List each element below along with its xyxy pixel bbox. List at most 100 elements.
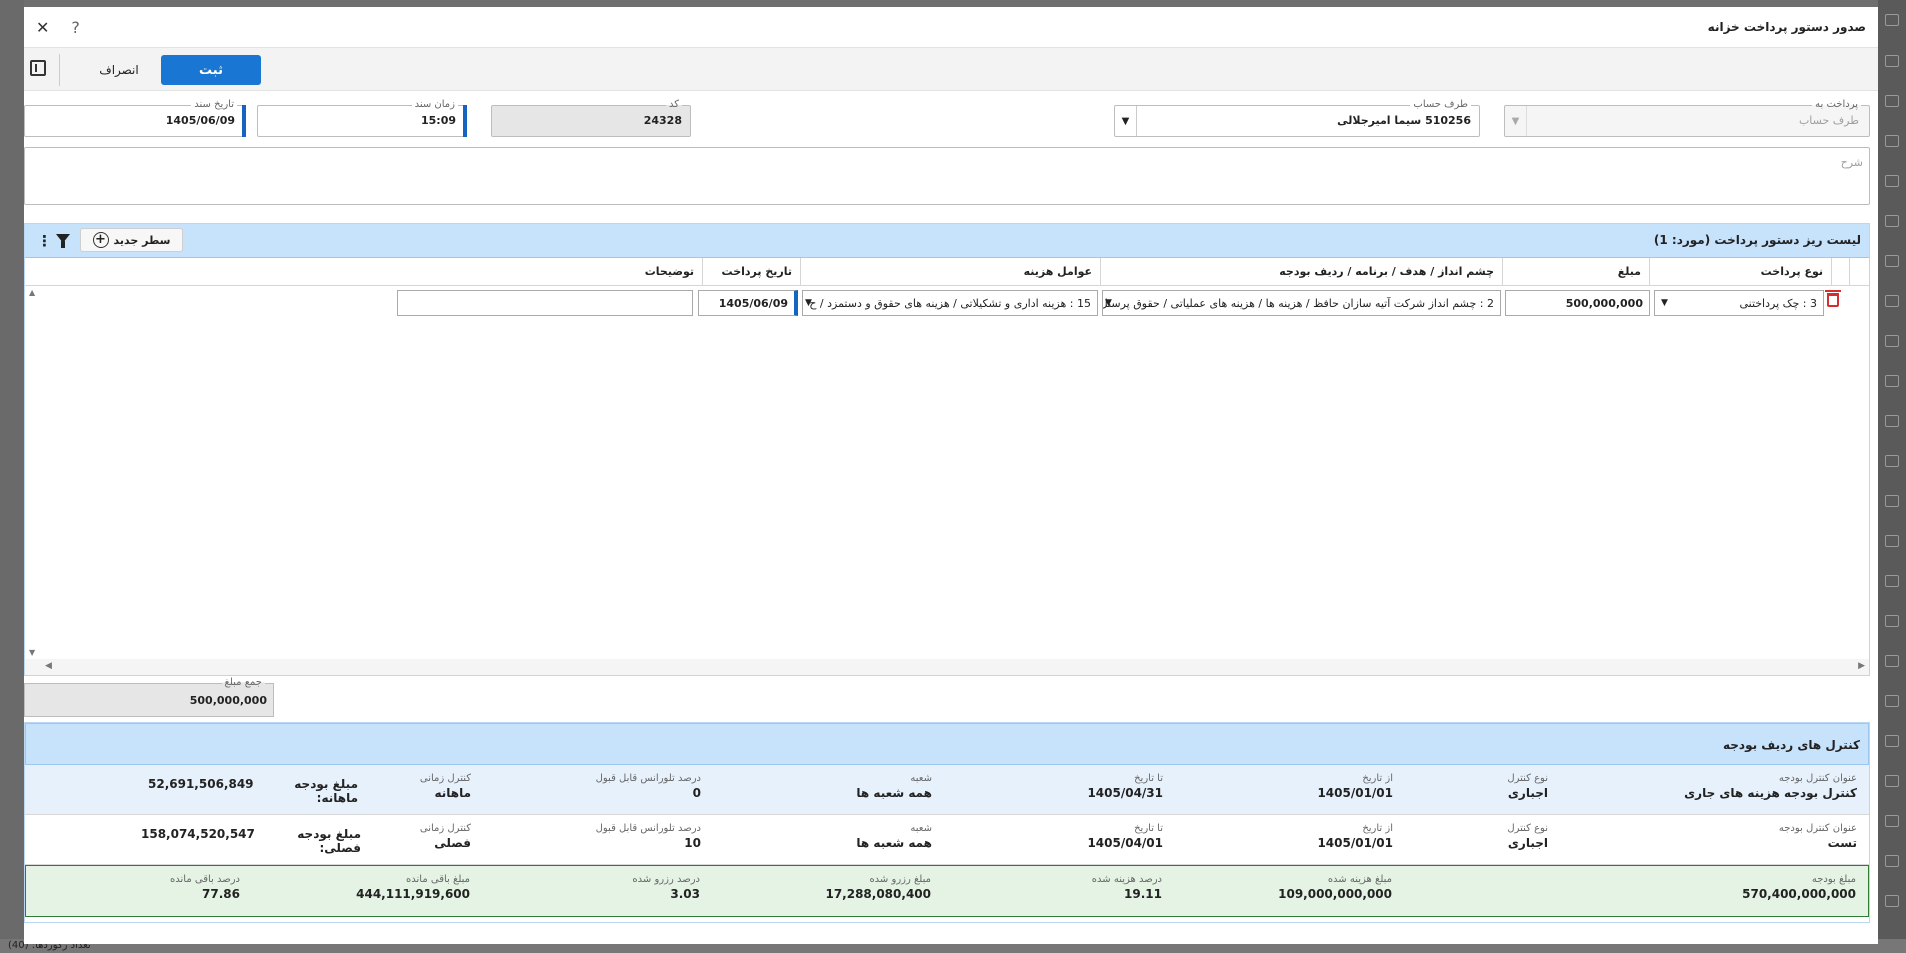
to-date-col: تا تاریخ 1405/04/31: [1087, 773, 1163, 800]
branch-col: شعبه همه شعبه ها: [856, 823, 932, 850]
doc-time-field[interactable]: زمان سند 15:09: [257, 99, 467, 137]
budget-controls-title: کنترل های ردیف بودجه: [25, 723, 1869, 765]
col-amount: مبلغ: [1502, 258, 1649, 286]
time-control-col: کنترل زمانی فصلی: [419, 823, 471, 850]
branch-col: شعبه همه شعبه ها: [856, 773, 932, 800]
nav-icon[interactable]: [1885, 815, 1899, 827]
total-value: 500,000,000: [189, 694, 267, 707]
code-value: 24328: [643, 114, 682, 127]
cost-factor-select[interactable]: 15 : هزینه اداری و تشکیلاتی / هزینه های …: [802, 290, 1098, 316]
to-date-col: تا تاریخ 1405/04/01: [1087, 823, 1163, 850]
budget-control-row: عنوان کنترل بودجه کنترل بودجه هزینه های ج…: [25, 765, 1869, 815]
payment-type-value: 3 : چک پرداختنی: [1739, 296, 1817, 310]
background-left-bar: [0, 0, 24, 953]
cost-factor-value: 15 : هزینه اداری و تشکیلاتی / هزینه های …: [809, 296, 1091, 310]
summary-spent-amount: مبلغ هزینه شده 109,000,000,000: [1278, 874, 1392, 901]
summary-remaining-percent: درصد باقی مانده 77.86: [170, 874, 240, 901]
account-value: 510256 سیما امیرجلالی: [1337, 114, 1471, 127]
nav-icon[interactable]: [1885, 335, 1899, 347]
nav-icon[interactable]: [1885, 295, 1899, 307]
treasury-payment-dialog: صدور دستور پرداخت خزانه ✕ ? انصراف ثبت پ…: [24, 7, 1878, 944]
account-label: طرف حساب: [1410, 99, 1471, 111]
nav-icon[interactable]: [1885, 615, 1899, 627]
doc-time-value: 15:09: [420, 114, 456, 127]
budget-row-value: 2 : چشم انداز شرکت آتیه سازان حافظ / هزی…: [1102, 296, 1494, 310]
summary-spent-percent: درصد هزینه شده 19.11: [1091, 874, 1162, 901]
payment-type-select[interactable]: 3 : چک پرداختنی ▼: [1654, 290, 1824, 316]
description-field[interactable]: شرح: [24, 147, 1870, 205]
delete-row-icon[interactable]: [1825, 290, 1841, 307]
doc-date-label: تاریخ سند: [191, 99, 237, 111]
col-cost-factor: عوامل هزینه: [800, 258, 1100, 286]
menu-icon[interactable]: [1885, 14, 1899, 26]
chevron-down-icon[interactable]: ▼: [1105, 298, 1112, 308]
nav-icon[interactable]: [1885, 735, 1899, 747]
control-title-col: عنوان کنترل بودجه تست: [1778, 823, 1857, 850]
search-icon[interactable]: [1885, 55, 1899, 67]
nav-icon[interactable]: [1885, 855, 1899, 867]
code-label: کد: [665, 99, 682, 111]
budget-summary-row: مبلغ بودجه 570,400,000,000 مبلغ هزینه شده…: [25, 865, 1869, 917]
pay-to-select[interactable]: پرداخت به طرف حساب ▼: [1504, 99, 1870, 137]
from-date-col: از تاریخ 1405/01/01: [1317, 773, 1393, 800]
pay-to-label: پرداخت به: [1812, 99, 1861, 111]
filter-icon[interactable]: [56, 234, 70, 248]
pay-date-value: 1405/06/09: [718, 296, 788, 310]
amount-input[interactable]: 500,000,000: [1505, 290, 1650, 316]
plus-circle-icon: +: [92, 232, 109, 248]
toolbar-divider: [59, 54, 60, 86]
budget-controls-title-text: کنترل های ردیف بودجه: [1723, 738, 1860, 752]
col-payment-type: نوع پرداخت: [1649, 258, 1831, 286]
code-field: کد 24328: [491, 99, 691, 137]
account-select[interactable]: طرف حساب 510256 سیما امیرجلالی ▼: [1114, 99, 1480, 137]
scroll-up-icon[interactable]: ▲: [29, 288, 35, 297]
tolerance-col: درصد تلورانس قابل قبول 10: [595, 823, 701, 850]
budget-row-select[interactable]: 2 : چشم انداز شرکت آتیه سازان حافظ / هزی…: [1102, 290, 1501, 316]
close-icon[interactable]: ✕: [36, 18, 49, 37]
new-row-button[interactable]: + سطر جدید: [80, 228, 183, 252]
nav-icon[interactable]: [1885, 415, 1899, 427]
total-label: جمع مبلغ: [221, 677, 265, 688]
control-type-col: نوع کنترل اجباری: [1507, 773, 1548, 800]
new-row-label: سطر جدید: [113, 233, 171, 247]
doc-date-field[interactable]: تاریخ سند 1405/06/09: [24, 99, 246, 137]
scroll-right-icon[interactable]: ▶: [1858, 661, 1865, 671]
summary-budget-amount: مبلغ بودجه 570,400,000,000: [1742, 874, 1856, 901]
summary-reserved-percent: درصد رزرو شده 3.03: [632, 874, 700, 901]
nav-icon[interactable]: [1885, 575, 1899, 587]
save-button[interactable]: ثبت: [161, 55, 261, 85]
more-vertical-icon[interactable]: ⋮: [37, 232, 52, 250]
pay-date-input[interactable]: 1405/06/09: [698, 290, 798, 316]
scroll-left-icon[interactable]: ◀: [45, 661, 52, 671]
nav-icon[interactable]: [1885, 135, 1899, 147]
nav-icon[interactable]: [1885, 375, 1899, 387]
grid-header: لیست ریز دستور پرداخت (مورد: 1) + سطر جد…: [25, 224, 1869, 258]
nav-icon[interactable]: [1885, 255, 1899, 267]
help-icon[interactable]: ?: [71, 18, 80, 37]
dialog-title: صدور دستور پرداخت خزانه: [1707, 20, 1866, 34]
chevron-down-icon[interactable]: ▼: [1115, 106, 1137, 136]
nav-icon[interactable]: [1885, 495, 1899, 507]
chevron-down-icon[interactable]: ▼: [1505, 106, 1527, 136]
side-panel-icon[interactable]: [30, 60, 46, 76]
chevron-down-icon[interactable]: ▼: [805, 298, 812, 308]
nav-icon[interactable]: [1885, 775, 1899, 787]
horizontal-scrollbar[interactable]: ◀ ▶: [25, 659, 1869, 675]
nav-icon[interactable]: [1885, 535, 1899, 547]
nav-icon[interactable]: [1885, 655, 1899, 667]
col-pay-date: تاریخ پرداخت: [702, 258, 800, 286]
dialog-header: صدور دستور پرداخت خزانه ✕ ?: [24, 7, 1878, 47]
nav-icon[interactable]: [1885, 95, 1899, 107]
cancel-button[interactable]: انصراف: [84, 55, 154, 85]
notes-input[interactable]: [397, 290, 693, 316]
nav-icon[interactable]: [1885, 895, 1899, 907]
nav-icon[interactable]: [1885, 215, 1899, 227]
chevron-down-icon[interactable]: ▼: [1661, 298, 1668, 308]
nav-icon[interactable]: [1885, 695, 1899, 707]
total-amount-field: جمع مبلغ 500,000,000: [24, 677, 274, 717]
budget-amount-col: مبلغ بودجه ماهانه: 52,691,506,849: [148, 777, 358, 805]
scroll-down-icon[interactable]: ▼: [29, 648, 35, 657]
amount-value: 500,000,000: [1565, 296, 1643, 310]
nav-icon[interactable]: [1885, 175, 1899, 187]
nav-icon[interactable]: [1885, 455, 1899, 467]
